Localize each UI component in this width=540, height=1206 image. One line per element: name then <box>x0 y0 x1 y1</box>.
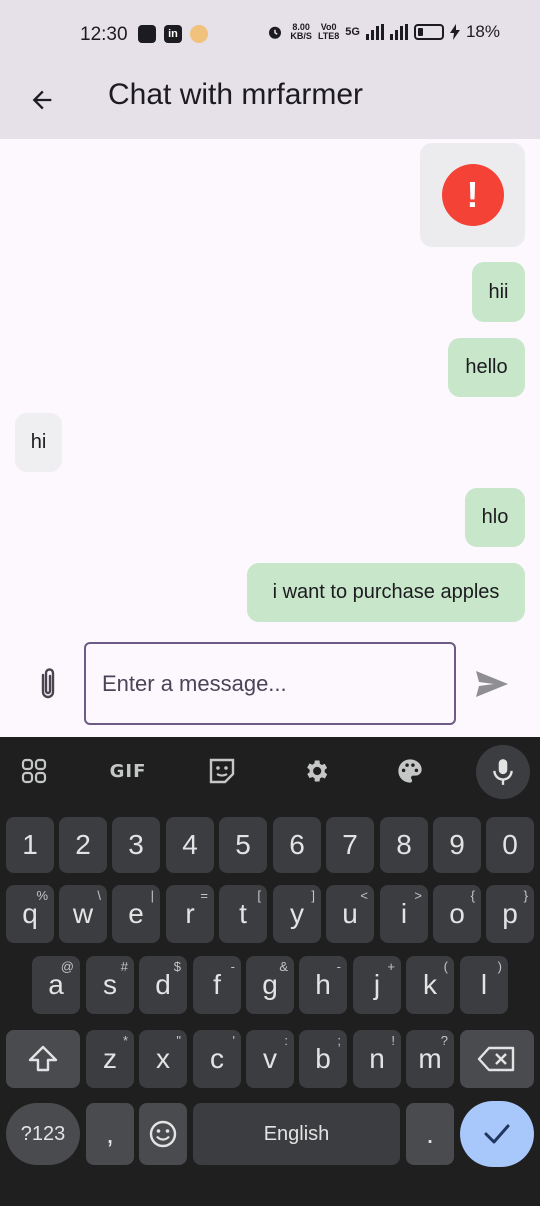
backspace-key[interactable] <box>460 1030 534 1088</box>
paperclip-icon <box>41 668 55 699</box>
key-c[interactable]: c ' <box>193 1030 241 1088</box>
battery-icon <box>413 24 444 40</box>
key-0[interactable]: 0 <box>486 817 534 873</box>
shift-key[interactable] <box>6 1030 80 1088</box>
key-1[interactable]: 1 <box>6 817 54 873</box>
key-i[interactable]: i > <box>380 885 428 943</box>
key-u[interactable]: u < <box>326 885 374 943</box>
keyboard-toolbar: GIF <box>0 737 540 805</box>
arrow-left-icon <box>32 90 52 110</box>
error-icon: ! <box>441 164 504 226</box>
on-screen-keyboard: GIF 1 2 3 4 5 6 7 8 9 0 q% w \ e | r = t[ y… <box>0 737 540 1206</box>
key-n[interactable]: n! <box>353 1030 401 1088</box>
emoji-icon <box>149 1120 177 1148</box>
key-k[interactable]: k( <box>406 956 454 1014</box>
key-h[interactable]: h- <box>299 956 347 1014</box>
key-e[interactable]: e | <box>112 885 160 943</box>
mic-icon <box>493 759 513 785</box>
space-key[interactable]: English <box>193 1103 400 1165</box>
signal-icon <box>365 24 384 40</box>
key-p[interactable]: p} <box>486 885 534 943</box>
comma-key[interactable]: , <box>86 1103 134 1165</box>
gear-icon <box>307 760 328 782</box>
page-title: Chat with mrfarmer <box>108 78 364 111</box>
key-9[interactable]: 9 <box>433 817 481 873</box>
notification-app-icon <box>138 25 156 43</box>
key-r[interactable]: r = <box>166 885 214 943</box>
message-bubble-sent[interactable]: hii <box>472 262 525 322</box>
notification-avatar-icon <box>190 25 208 43</box>
checkmark-icon <box>484 1124 510 1144</box>
status-bar: 12:30 in 8.00 KB/S Vo0 LTE8 5G 18% <box>0 0 540 66</box>
backspace-icon <box>477 1046 515 1072</box>
key-j[interactable]: j + <box>353 956 401 1014</box>
message-bubble-sent[interactable]: i want to purchase apples <box>247 563 525 622</box>
keyboard-apps-button[interactable] <box>8 747 60 795</box>
key-5[interactable]: 5 <box>219 817 267 873</box>
key-4[interactable]: 4 <box>166 817 214 873</box>
volte-indicator: Vo0 LTE8 <box>317 22 340 41</box>
key-d[interactable]: d $ <box>139 956 187 1014</box>
back-button[interactable] <box>20 78 64 122</box>
status-right: 8.00 KB/S Vo0 LTE8 5G 18% <box>266 22 500 42</box>
key-m[interactable]: m? <box>406 1030 454 1088</box>
message-bubble-sent[interactable]: hello <box>448 338 525 397</box>
key-x[interactable]: x " <box>139 1030 187 1088</box>
keyboard-settings-button[interactable] <box>290 747 342 795</box>
message-bubble-sent[interactable]: hlo <box>465 488 525 547</box>
battery-percent: 18% <box>465 22 500 41</box>
palette-icon <box>398 759 422 783</box>
enter-key[interactable] <box>460 1101 534 1167</box>
error-message-bubble[interactable]: ! <box>420 143 525 247</box>
key-y[interactable]: y] <box>273 885 321 943</box>
gif-label: GIF <box>109 760 147 782</box>
key-7[interactable]: 7 <box>326 817 374 873</box>
charging-icon <box>449 24 460 40</box>
key-2[interactable]: 2 <box>59 817 107 873</box>
key-f[interactable]: f- <box>193 956 241 1014</box>
shift-icon <box>28 1045 58 1072</box>
app-bar: Chat with mrfarmer <box>0 66 540 139</box>
status-time: 12:30 <box>80 24 128 45</box>
grid-icon <box>21 758 47 784</box>
key-s[interactable]: s # <box>86 956 134 1014</box>
network-type: 5G <box>345 26 360 38</box>
theme-button[interactable] <box>384 747 436 795</box>
sticker-button[interactable] <box>196 747 248 795</box>
message-bubble-received[interactable]: hi <box>15 413 62 472</box>
key-o[interactable]: o{ <box>433 885 481 943</box>
key-l[interactable]: l) <box>460 956 508 1014</box>
key-v[interactable]: v: <box>246 1030 294 1088</box>
send-button[interactable] <box>472 664 512 704</box>
attach-button[interactable] <box>30 664 66 704</box>
key-z[interactable]: z * <box>86 1030 134 1088</box>
gif-button[interactable]: GIF <box>102 747 154 795</box>
send-icon <box>476 671 508 697</box>
symbols-key[interactable]: ?123 <box>6 1103 80 1165</box>
sticker-icon <box>209 758 235 784</box>
voice-input-button[interactable] <box>476 745 530 799</box>
key-b[interactable]: b; <box>299 1030 347 1088</box>
alarm-icon <box>269 26 282 39</box>
linkedin-icon: in <box>164 25 182 43</box>
key-a[interactable]: a @ <box>32 956 80 1014</box>
signal-icon-2 <box>389 24 408 40</box>
key-g[interactable]: g & <box>246 956 294 1014</box>
period-key[interactable]: . <box>406 1103 454 1165</box>
key-q[interactable]: q% <box>6 885 54 943</box>
key-w[interactable]: w \ <box>59 885 107 943</box>
key-3[interactable]: 3 <box>112 817 160 873</box>
network-speed: 8.00 KB/S <box>290 22 312 41</box>
key-8[interactable]: 8 <box>380 817 428 873</box>
emoji-key[interactable] <box>139 1103 187 1165</box>
message-input[interactable] <box>84 642 456 725</box>
key-t[interactable]: t[ <box>219 885 267 943</box>
key-6[interactable]: 6 <box>273 817 321 873</box>
